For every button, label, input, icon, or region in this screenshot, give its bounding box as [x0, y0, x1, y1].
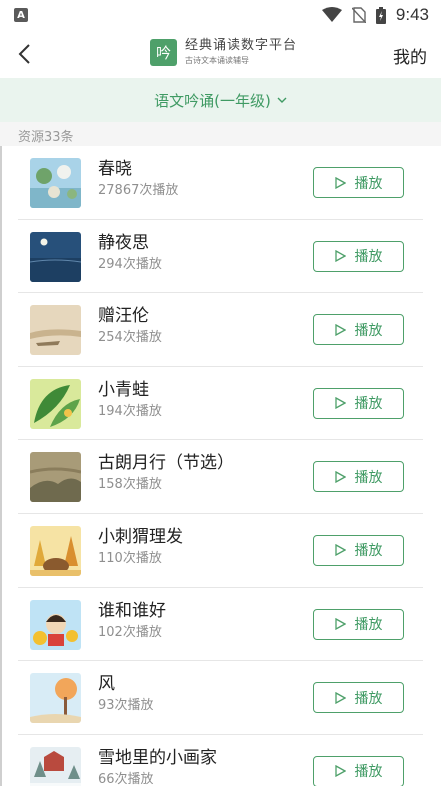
top-app-bar: 吟 经典诵读数字平台 古诗文本诵读辅导 我的 — [0, 30, 441, 78]
item-title: 春晓 — [98, 159, 132, 179]
play-button-label: 播放 — [354, 175, 383, 192]
list-item[interactable]: 雪地里的小画家 66次播放 播放 — [0, 735, 441, 786]
resource-count-bar: 资源33条 — [0, 122, 441, 146]
item-title: 小刺猬理发 — [98, 526, 183, 547]
back-arrow-icon[interactable] — [14, 42, 38, 66]
play-icon — [334, 765, 346, 778]
mine-button[interactable]: 我的 — [393, 43, 427, 68]
play-icon — [334, 250, 346, 263]
thumbnail-who-and-who — [30, 599, 81, 650]
play-button-label: 播放 — [354, 322, 383, 339]
item-title: 古朗月行（节选） — [98, 453, 234, 474]
brand-title: 经典诵读数字平台 — [185, 38, 298, 53]
status-time: 9:43 — [395, 5, 429, 24]
play-button[interactable]: 播放 — [313, 682, 404, 714]
item-play-count: 110次播放 — [98, 550, 162, 566]
item-title: 赠汪伦 — [98, 306, 149, 327]
item-title: 雪地里的小画家 — [98, 747, 217, 768]
resource-list: 春晓 27867次播放 播放 静夜思 294次播放 播放 赠汪伦 254次播放 … — [0, 146, 441, 786]
play-button-label: 播放 — [354, 469, 383, 486]
item-play-count: 102次播放 — [98, 624, 162, 640]
thumbnail-wind — [30, 673, 81, 724]
play-button-label: 播放 — [354, 617, 383, 634]
list-item[interactable]: 赠汪伦 254次播放 播放 — [0, 293, 441, 367]
thumbnail-snow-painter — [30, 746, 81, 786]
play-button[interactable]: 播放 — [313, 240, 404, 272]
brand-logo: 吟 — [150, 38, 177, 66]
item-title: 谁和谁好 — [98, 600, 166, 621]
grade-selector[interactable]: 语文吟诵(一年级) — [0, 78, 441, 122]
list-item[interactable]: 谁和谁好 102次播放 播放 — [0, 588, 441, 662]
item-play-count: 254次播放 — [98, 330, 162, 346]
grade-selector-label: 语文吟诵(一年级) — [154, 91, 271, 110]
thumbnail-to-wang-lun — [30, 305, 81, 356]
play-icon — [334, 323, 346, 336]
list-item[interactable]: 小青蛙 194次播放 播放 — [0, 367, 441, 441]
battery-icon — [375, 6, 386, 24]
item-play-count: 66次播放 — [98, 771, 154, 786]
play-button[interactable]: 播放 — [313, 534, 404, 566]
resource-count: 资源33条 — [18, 130, 74, 145]
play-icon — [334, 618, 346, 631]
play-icon — [334, 691, 346, 704]
thumbnail-hedgehog — [30, 525, 81, 576]
item-title: 风 — [98, 674, 115, 695]
play-icon — [334, 176, 346, 189]
item-play-count: 27867次播放 — [98, 183, 179, 198]
play-button[interactable]: 播放 — [313, 167, 404, 198]
item-title: 小青蛙 — [98, 379, 149, 400]
item-play-count: 294次播放 — [98, 256, 162, 272]
item-play-count: 93次播放 — [98, 698, 154, 714]
play-icon — [334, 470, 346, 483]
brand: 吟 经典诵读数字平台 古诗文本诵读辅导 — [150, 38, 297, 66]
app-notification-icon: A — [14, 8, 28, 22]
item-play-count: 158次播放 — [98, 477, 162, 493]
item-title: 静夜思 — [98, 232, 149, 253]
play-icon — [334, 397, 346, 410]
list-item[interactable]: 春晓 27867次播放 播放 — [0, 146, 441, 220]
play-button[interactable]: 播放 — [313, 461, 404, 493]
no-sim-icon — [351, 7, 366, 23]
play-icon — [334, 544, 346, 557]
thumbnail-spring-dawn — [30, 158, 81, 208]
thumbnail-little-frog — [30, 378, 81, 429]
play-button-label: 播放 — [354, 764, 383, 781]
item-play-count: 194次播放 — [98, 403, 162, 419]
status-bar: A 9:43 — [0, 0, 441, 30]
play-button[interactable]: 播放 — [313, 387, 404, 419]
thumbnail-moon-song — [30, 452, 81, 503]
play-button-label: 播放 — [354, 249, 383, 266]
list-item[interactable]: 古朗月行（节选） 158次播放 播放 — [0, 440, 441, 514]
play-button[interactable]: 播放 — [313, 314, 404, 346]
chevron-down-icon — [277, 97, 287, 103]
play-button[interactable]: 播放 — [313, 608, 404, 640]
brand-subtitle: 古诗文本诵读辅导 — [185, 56, 249, 65]
list-item[interactable]: 静夜思 294次播放 播放 — [0, 220, 441, 294]
play-button-label: 播放 — [354, 543, 383, 560]
list-item[interactable]: 风 93次播放 播放 — [0, 661, 441, 735]
play-button[interactable]: 播放 — [313, 755, 404, 786]
wifi-icon — [321, 7, 342, 22]
thumbnail-quiet-night — [30, 231, 81, 282]
play-button-label: 播放 — [354, 690, 383, 707]
list-item[interactable]: 小刺猬理发 110次播放 播放 — [0, 514, 441, 588]
play-button-label: 播放 — [354, 396, 383, 413]
